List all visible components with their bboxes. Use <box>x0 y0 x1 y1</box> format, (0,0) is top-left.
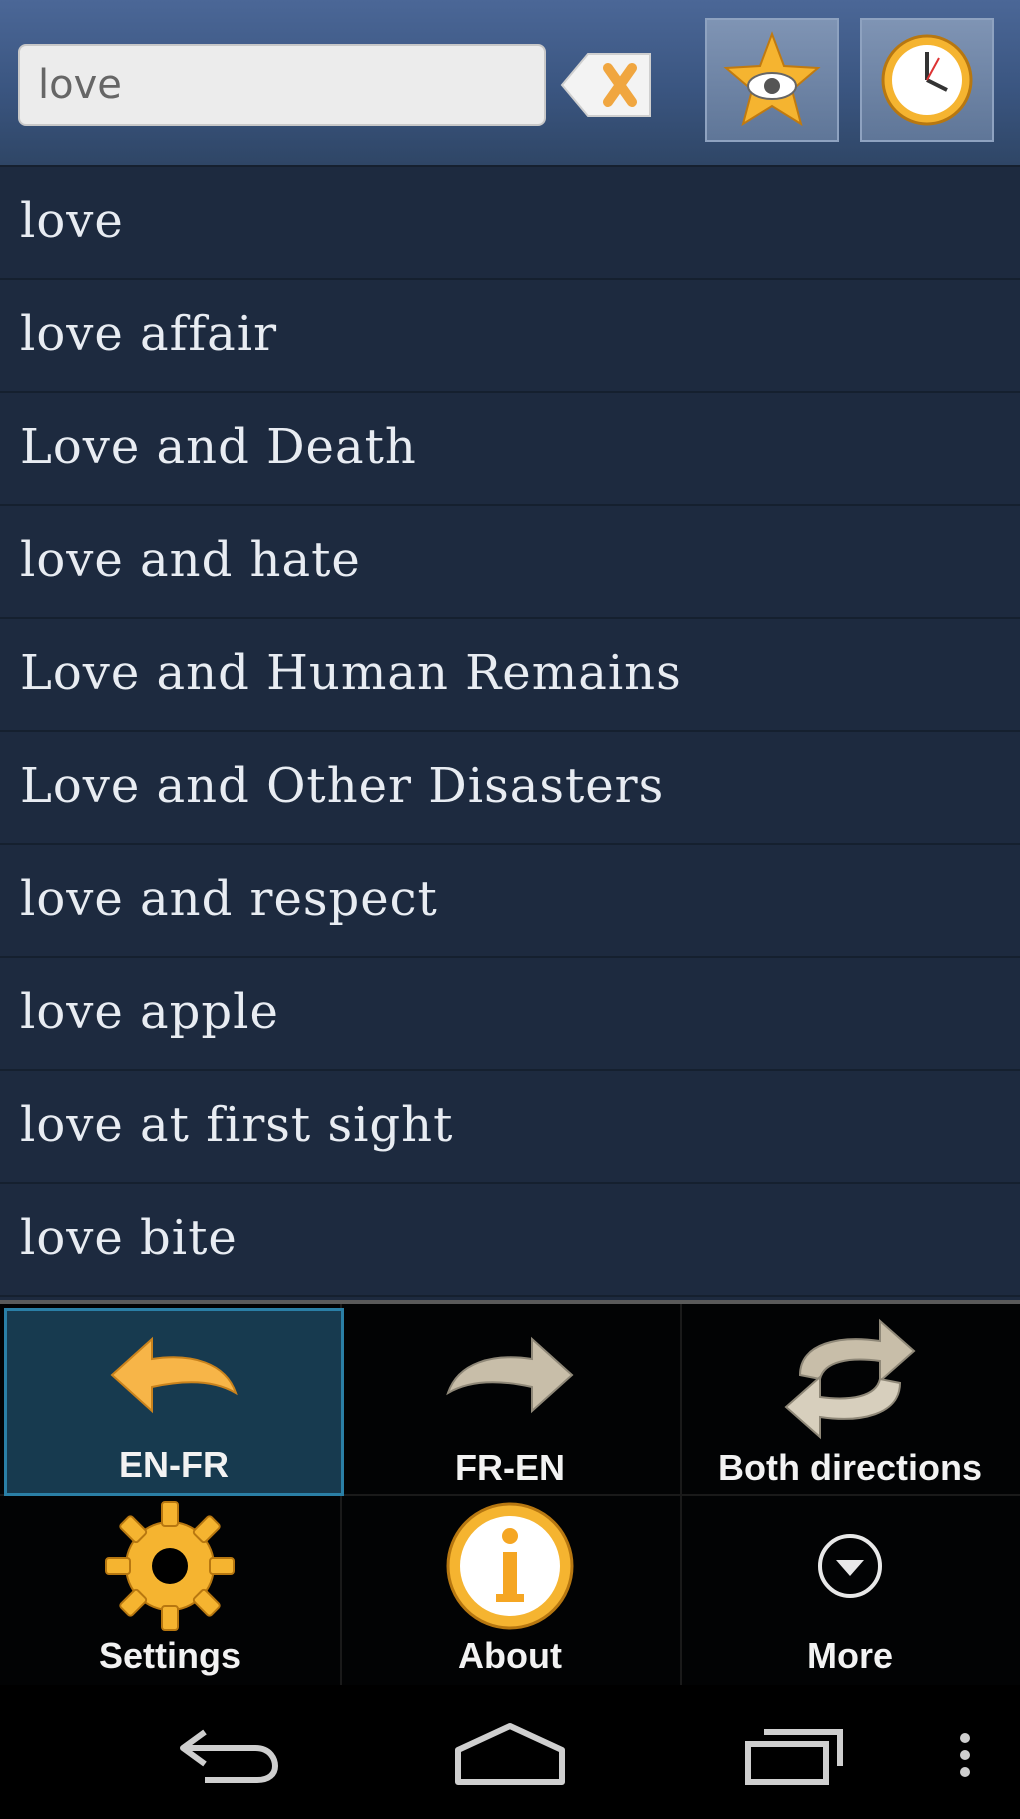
list-item[interactable]: Love and Other Disasters <box>0 732 1020 845</box>
search-toolbar: love <box>0 0 1020 167</box>
list-item[interactable]: love at first sight <box>0 1071 1020 1184</box>
menu-both-directions-label: Both directions <box>717 1447 982 1488</box>
clear-search-button[interactable] <box>560 44 656 126</box>
history-button[interactable] <box>860 18 994 142</box>
menu-more[interactable]: More <box>680 1496 1020 1684</box>
gear-icon <box>105 1501 235 1631</box>
overflow-menu-button[interactable] <box>950 1715 980 1795</box>
results-list: love love affair Love and Death love and… <box>0 167 1020 1297</box>
clear-icon <box>560 53 651 117</box>
options-menu: EN-FR FR-EN Both directions Settings Abo… <box>0 1300 1020 1689</box>
star-eye-icon <box>723 31 821 127</box>
back-button[interactable] <box>170 1715 290 1795</box>
menu-settings-label: Settings <box>98 1635 241 1676</box>
menu-about-label: About <box>458 1635 562 1676</box>
back-icon <box>180 1729 279 1783</box>
menu-fr-en-label: FR-EN <box>455 1447 565 1488</box>
menu-fr-en[interactable]: FR-EN <box>340 1308 680 1496</box>
info-icon <box>446 1502 574 1630</box>
menu-settings[interactable]: Settings <box>0 1496 340 1684</box>
favorites-button[interactable] <box>705 18 839 142</box>
list-item[interactable]: Love and Death <box>0 393 1020 506</box>
list-item[interactable]: love <box>0 167 1020 280</box>
list-item[interactable]: love and respect <box>0 845 1020 958</box>
menu-en-fr[interactable]: EN-FR <box>4 1308 344 1496</box>
menu-more-label: More <box>806 1635 893 1676</box>
menu-both-directions[interactable]: Both directions <box>680 1308 1020 1496</box>
arrow-right-icon <box>446 1336 574 1414</box>
home-icon <box>455 1723 565 1785</box>
menu-about[interactable]: About <box>340 1496 680 1684</box>
arrow-left-icon <box>110 1336 238 1414</box>
overflow-icon <box>960 1733 970 1777</box>
list-item[interactable]: Love and Human Remains <box>0 619 1020 732</box>
swap-arrows-icon <box>784 1318 916 1440</box>
home-button[interactable] <box>450 1715 570 1795</box>
search-input[interactable]: love <box>18 44 546 126</box>
list-item[interactable]: love affair <box>0 280 1020 393</box>
list-item[interactable]: love apple <box>0 958 1020 1071</box>
recents-button[interactable] <box>735 1715 855 1795</box>
list-item[interactable]: love bite <box>0 1184 1020 1297</box>
menu-en-fr-label: EN-FR <box>119 1444 229 1485</box>
clock-icon <box>881 34 973 126</box>
list-item[interactable]: love and hate <box>0 506 1020 619</box>
recents-icon <box>745 1729 843 1785</box>
system-nav-bar <box>0 1685 1020 1819</box>
chevron-down-icon <box>818 1534 882 1598</box>
